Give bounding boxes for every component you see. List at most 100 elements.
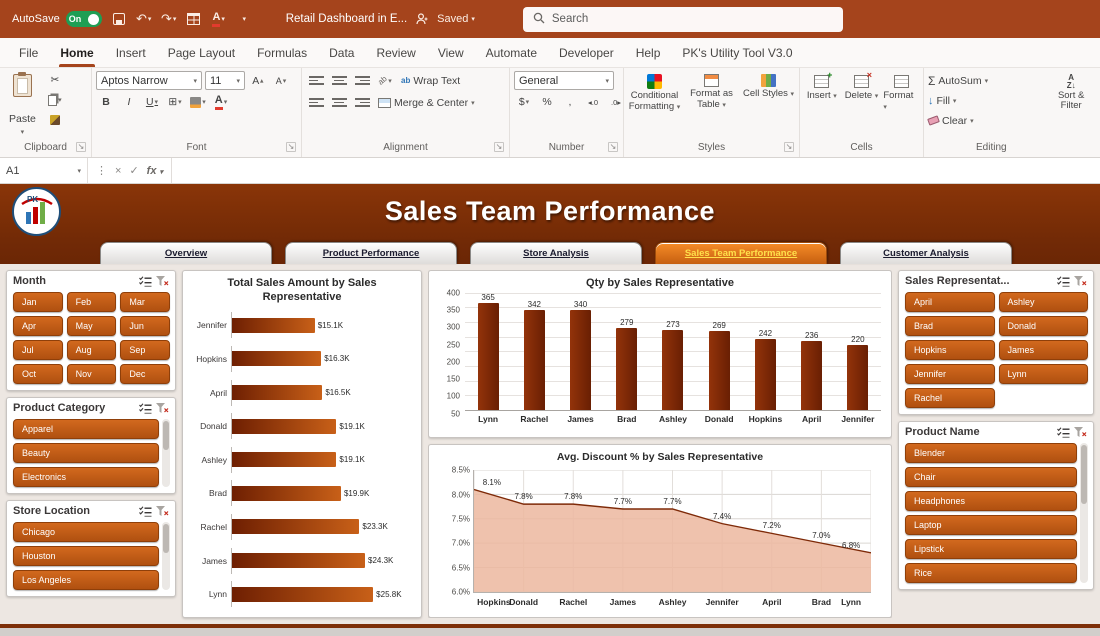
format-as-table-button[interactable]: Format as Table ▾ [685,71,738,140]
slicer-item-oct[interactable]: Oct [13,364,63,384]
align-right-button[interactable] [352,94,372,112]
dashboard-tab-store-analysis[interactable]: Store Analysis [470,242,642,264]
multiselect-icon[interactable] [1057,276,1070,287]
slicer-scrollbar[interactable] [162,522,170,590]
number-dialog-launcher[interactable]: ↘ [608,142,618,152]
menu-item-data[interactable]: Data [318,38,365,67]
slicer-item-hopkins[interactable]: Hopkins [905,340,995,360]
name-box[interactable]: A1▾ [0,158,88,183]
copy-button[interactable]: ▾ [45,91,65,109]
slicer-item-apr[interactable]: Apr [13,316,63,336]
slicer-item-rice[interactable]: Rice [905,563,1077,583]
save-icon[interactable] [111,9,127,29]
slicer-scrollbar[interactable] [1080,443,1088,583]
menu-item-help[interactable]: Help [625,38,672,67]
align-top-button[interactable] [306,72,326,90]
slicer-item-mar[interactable]: Mar [120,292,170,312]
slicer-item-jul[interactable]: Jul [13,340,63,360]
decrease-font-button[interactable]: A▾ [271,72,291,90]
conditional-formatting-button[interactable]: Conditional Formatting ▾ [628,71,681,140]
slicer-item-nov[interactable]: Nov [67,364,117,384]
undo-icon[interactable]: ↶▾ [136,9,152,29]
accounting-format-button[interactable]: $▾ [514,93,534,111]
search-box[interactable]: Search [523,7,843,32]
slicer-item-lynn[interactable]: Lynn [999,364,1089,384]
align-center-button[interactable] [329,94,349,112]
slicer-item-dec[interactable]: Dec [120,364,170,384]
clear-filter-icon[interactable] [156,403,169,414]
autosum-button[interactable]: ΣAutoSum▾ [928,71,988,90]
align-bottom-button[interactable] [352,72,372,90]
clear-filter-icon[interactable] [1074,427,1087,438]
menu-item-page-layout[interactable]: Page Layout [157,38,246,67]
autosave-pill[interactable]: On [66,11,102,27]
slicer-item-ashley[interactable]: Ashley [999,292,1089,312]
customize-toolbar-icon[interactable]: ▾ [236,9,252,29]
multiselect-icon[interactable] [139,276,152,287]
orientation-button[interactable]: ab▾ [375,72,395,90]
formula-input[interactable] [172,158,1100,183]
clear-filter-icon[interactable] [1074,276,1087,287]
redo-icon[interactable]: ↷▾ [161,9,177,29]
paste-button[interactable]: Paste▾ [4,71,41,140]
wrap-text-button[interactable]: abWrap Text [398,71,463,90]
document-title[interactable]: Retail Dashboard in E... [286,13,407,25]
slicer-item-laptop[interactable]: Laptop [905,515,1077,535]
styles-dialog-launcher[interactable]: ↘ [784,142,794,152]
slicer-item-apparel[interactable]: Apparel [13,419,159,439]
slicer-scrollbar[interactable] [162,419,170,487]
clear-filter-icon[interactable] [156,506,169,517]
format-cells-button[interactable]: Format ▾ [883,71,919,140]
fill-color-button[interactable]: ▾ [188,93,208,111]
bold-button[interactable]: B [96,93,116,111]
underline-button[interactable]: U▾ [142,93,162,111]
cell-styles-button[interactable]: Cell Styles ▾ [742,71,795,140]
insert-cells-button[interactable]: + Insert ▾ [804,71,840,140]
autosave-toggle[interactable]: AutoSave On [12,11,102,27]
slicer-item-donald[interactable]: Donald [999,316,1089,336]
delete-cells-button[interactable]: × Delete ▾ [844,71,880,140]
increase-decimal-button[interactable]: ◂.0 [583,93,603,111]
slicer-item-blender[interactable]: Blender [905,443,1077,463]
slicer-item-may[interactable]: May [67,316,117,336]
dashboard-tab-overview[interactable]: Overview [100,242,272,264]
multiselect-icon[interactable] [139,403,152,414]
slicer-item-jun[interactable]: Jun [120,316,170,336]
slicer-item-feb[interactable]: Feb [67,292,117,312]
menu-item-pk-s-utility-tool-v3-0[interactable]: PK's Utility Tool V3.0 [671,38,803,67]
cut-button[interactable]: ✂ [45,71,65,89]
number-format-select[interactable]: General▾ [514,71,614,90]
clipboard-dialog-launcher[interactable]: ↘ [76,142,86,152]
menu-item-automate[interactable]: Automate [475,38,548,67]
slicer-item-aug[interactable]: Aug [67,340,117,360]
slicer-item-rachel[interactable]: Rachel [905,388,995,408]
slicer-item-james[interactable]: James [999,340,1089,360]
menu-item-developer[interactable]: Developer [548,38,625,67]
italic-button[interactable]: I [119,93,139,111]
slicer-item-jennifer[interactable]: Jennifer [905,364,995,384]
clear-button[interactable]: Clear▾ [928,111,988,130]
slicer-item-electronics[interactable]: Electronics [13,467,159,487]
merge-center-button[interactable]: Merge & Center▾ [375,93,478,112]
slicer-item-beauty[interactable]: Beauty [13,443,159,463]
clear-filter-icon[interactable] [156,276,169,287]
decrease-decimal-button[interactable]: .0▸ [606,93,626,111]
alignment-dialog-launcher[interactable]: ↘ [494,142,504,152]
fill-button[interactable]: ↓Fill▾ [928,91,988,110]
slicer-item-brad[interactable]: Brad [905,316,995,336]
dashboard-tab-sales-team-performance[interactable]: Sales Team Performance [655,242,827,264]
dashboard-tab-customer-analysis[interactable]: Customer Analysis [840,242,1012,264]
sort-filter-button[interactable]: AZ↓ Sort &Filter [1048,71,1094,140]
multiselect-icon[interactable] [139,506,152,517]
slicer-item-sep[interactable]: Sep [120,340,170,360]
align-left-button[interactable] [306,94,326,112]
slicer-item-headphones[interactable]: Headphones [905,491,1077,511]
menu-item-formulas[interactable]: Formulas [246,38,318,67]
saved-status[interactable]: Saved▾ [437,13,475,25]
slicer-item-chicago[interactable]: Chicago [13,522,159,542]
slicer-item-chair[interactable]: Chair [905,467,1077,487]
menu-item-file[interactable]: File [8,38,49,67]
slicer-item-april[interactable]: April [905,292,995,312]
slicer-item-lipstick[interactable]: Lipstick [905,539,1077,559]
dashboard-tab-product-performance[interactable]: Product Performance [285,242,457,264]
